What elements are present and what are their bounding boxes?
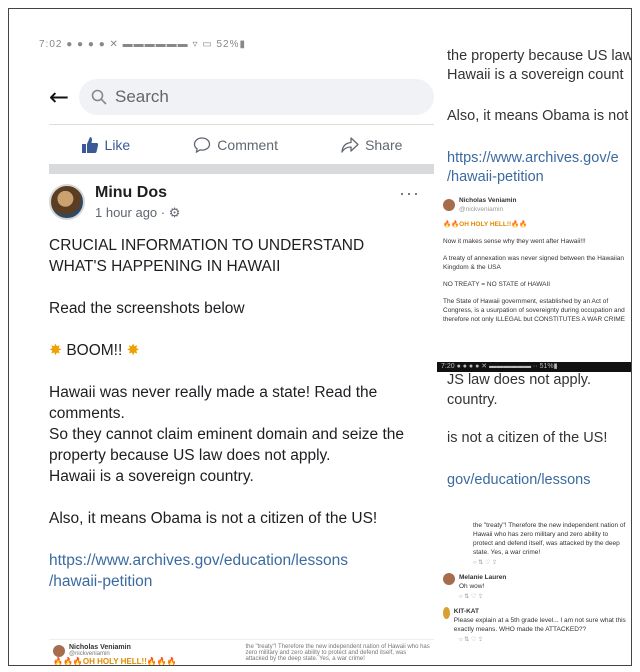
cropped-text: country. <box>447 392 498 408</box>
like-label: Like <box>104 136 131 153</box>
cropped-text: JS law does not apply. <box>447 372 592 388</box>
embedded-tweet: Nicholas Veniamin @nickveniamin 🔥🔥🔥OH HO… <box>49 640 242 666</box>
tweet-text: A treaty of annexation was never signed … <box>443 255 625 271</box>
tweet-text: The State of Hawaii government, establis… <box>443 298 625 323</box>
tweet-text: NO TREATY = NO STATE of HAWAII <box>443 281 551 288</box>
tweet-stats: ○ ⇅ ♡ ⇪ <box>459 637 484 643</box>
like-button[interactable]: Like <box>81 136 131 154</box>
embedded-comments-screenshot: the "treaty"! Therefore the new independ… <box>437 517 631 665</box>
cropped-text: the property because US law <box>447 48 632 64</box>
post: Minu Dos 1 hour ago · ⚙ ··· CRUCIAL INFO… <box>49 179 426 592</box>
embedded-tweet: the "treaty"! Therefore the new independ… <box>242 640 435 665</box>
screenshot-frame: 7:02 ● ● ● ● ✕ ▬▬▬▬▬▬ ▿ ▭ 52%▮ ← Search … <box>8 8 632 666</box>
more-options-icon[interactable]: ··· <box>399 183 420 204</box>
post-line: So they cannot claim eminent domain and … <box>49 426 404 464</box>
tweet-author: Nicholas Veniamin <box>69 644 131 651</box>
avatar <box>443 573 455 585</box>
comment-icon <box>194 136 211 153</box>
post-action-bar: Like Comment Share <box>49 124 434 164</box>
tweet-stats: ○ ⇅ ♡ ⇪ <box>473 560 498 566</box>
tweet-text: Now it makes sense why they went after H… <box>443 238 586 245</box>
tweet-handle: @nickveniamin <box>459 206 504 213</box>
link-line: /hawaii-petition <box>49 573 153 590</box>
post-header: Minu Dos 1 hour ago · ⚙ ··· <box>49 179 426 225</box>
divider <box>49 164 434 174</box>
comment: KIT-KAT Please explain at a 5th grade le… <box>443 607 627 634</box>
post-line: Hawaii was never really made a state! Re… <box>49 384 378 422</box>
post-headline: CRUCIAL INFORMATION TO UNDERSTAND WHAT'S… <box>49 237 365 275</box>
avatar[interactable] <box>49 184 85 220</box>
search-row: ← Search <box>49 79 434 115</box>
status-bar: 7:02 ● ● ● ● ✕ ▬▬▬▬▬▬ ▿ ▭ 52%▮ <box>39 39 246 50</box>
collision-icon: ✸ <box>126 342 140 359</box>
cropped-link[interactable]: gov/education/lessons <box>447 471 631 490</box>
embedded-tweet-screenshot: Nicholas Veniamin @nickveniamin 🔥🔥OH HOL… <box>437 192 631 362</box>
comment-label: Comment <box>217 136 278 153</box>
comment-author: KIT-KAT <box>453 608 479 615</box>
tweet-stats: ○ ⇅ ♡ ⇪ <box>459 594 484 600</box>
cropped-link[interactable]: /hawaii-petition <box>447 168 631 187</box>
post-obama-line: Also, it means Obama is not a citizen of… <box>49 510 378 527</box>
link-line: https://www.archives.gov/education/lesso… <box>49 552 348 569</box>
post-read-line: Read the screenshots below <box>49 300 245 317</box>
back-arrow-icon[interactable]: ← <box>49 83 79 111</box>
search-input[interactable]: Search <box>79 79 434 115</box>
author-name[interactable]: Minu Dos <box>95 184 180 202</box>
tweet-text: 🔥🔥🔥OH HOLY HELL!!🔥🔥🔥 <box>53 657 177 666</box>
comment: Melanie Lauren Oh wow! <box>443 573 627 591</box>
thumbs-up-icon <box>81 136 98 153</box>
right-screenshot: the property because US law Hawaii is a … <box>437 47 632 665</box>
left-screenshot: 7:02 ● ● ● ● ✕ ▬▬▬▬▬▬ ▿ ▭ 52%▮ ← Search … <box>39 39 435 666</box>
comment-button[interactable]: Comment <box>193 136 278 154</box>
tweet-author: Nicholas Veniamin <box>459 197 517 204</box>
collision-icon: ✸ <box>49 342 62 359</box>
search-icon <box>91 89 107 105</box>
comment-text: Please explain at a 5th grade level... I… <box>453 617 626 633</box>
comment-text: Oh wow! <box>459 583 485 590</box>
embedded-screenshots: Nicholas Veniamin @nickveniamin 🔥🔥🔥OH HO… <box>49 639 435 666</box>
cropped-link[interactable]: https://www.archives.gov/e <box>447 149 631 168</box>
comment-author: Melanie Lauren <box>459 574 507 581</box>
tweet-text: the "treaty"! Therefore the new independ… <box>245 644 430 662</box>
share-button[interactable]: Share <box>341 136 402 154</box>
avatar <box>443 199 455 211</box>
tweet-text: 🔥🔥OH HOLY HELL!!🔥🔥 <box>443 221 528 228</box>
cropped-text: Hawaii is a sovereign count <box>447 67 624 83</box>
cropped-text: Also, it means Obama is not <box>447 108 629 124</box>
avatar <box>443 607 450 619</box>
share-label: Share <box>365 136 403 153</box>
post-line: Hawaii is a sovereign country. <box>49 468 254 485</box>
cropped-text: is not a citizen of the US! <box>447 430 608 446</box>
post-body: CRUCIAL INFORMATION TO UNDERSTAND WHAT'S… <box>49 235 426 592</box>
share-icon <box>341 136 359 153</box>
post-timestamp[interactable]: 1 hour ago · ⚙ <box>95 205 180 221</box>
boom-text: BOOM!! <box>66 342 123 359</box>
post-boom-line: ✸ BOOM!! ✸ <box>49 340 426 361</box>
post-link[interactable]: https://www.archives.gov/education/lesso… <box>49 550 426 592</box>
search-placeholder: Search <box>115 87 169 106</box>
avatar <box>53 644 65 657</box>
tweet-text: the "treaty"! Therefore the new independ… <box>473 522 626 556</box>
